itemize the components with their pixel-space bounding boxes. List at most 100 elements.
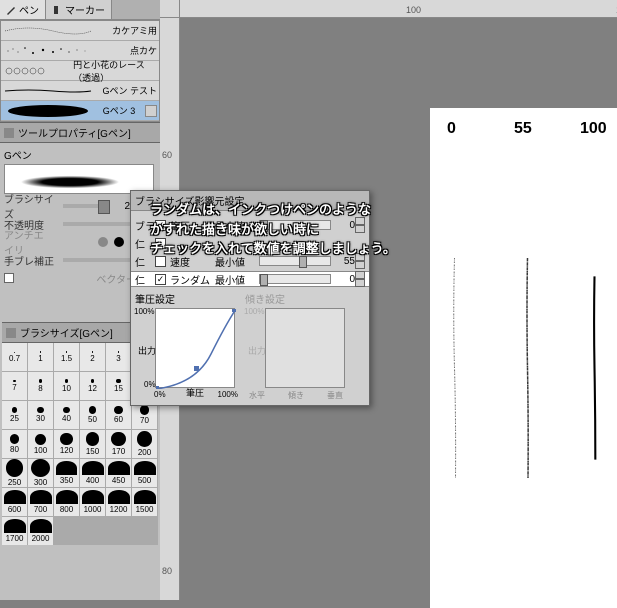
random-checkbox[interactable] — [155, 274, 166, 285]
size-cell-2000[interactable]: 2000 — [28, 517, 53, 545]
random-min-value: 0 — [335, 274, 355, 285]
size-slider[interactable] — [63, 204, 110, 208]
ruler-corner — [160, 0, 180, 18]
tc-y100: 100% — [244, 307, 264, 316]
random-spinner[interactable] — [355, 271, 365, 287]
size-cell-100[interactable]: 100 — [28, 430, 53, 458]
size-cell-80[interactable]: 80 — [2, 430, 27, 458]
brush-row-2[interactable]: 円と小花のレース（透過） — [1, 61, 159, 81]
dlg-random-row: 仁 ランダム 最小値 0 — [131, 271, 369, 287]
tab-pen[interactable]: ペン — [0, 0, 46, 19]
pressure-curve-graph[interactable]: 100% 出力 0% 0% 筆圧 100% — [155, 308, 235, 388]
brush-row-0[interactable]: カケアミ用 — [1, 21, 159, 41]
horizontal-ruler: 100 110 — [180, 0, 617, 18]
pc-x0: 0% — [154, 390, 166, 399]
random-label: ランダム — [170, 272, 215, 287]
brush-row-4[interactable]: Gペン 3 — [1, 101, 159, 121]
pen-icon — [6, 5, 16, 15]
panel-icon — [6, 328, 16, 338]
size-cell-150[interactable]: 150 — [80, 430, 105, 458]
random-min-label: 最小値 — [215, 272, 255, 287]
brush-preview-2 — [3, 63, 73, 79]
brush-size-title: ブラシサイズ[Gペン] — [20, 325, 113, 340]
prop-stabilize-label: 手ブレ補正 — [4, 253, 59, 268]
size-cell-1.5[interactable]: 1.5 — [54, 343, 79, 371]
stroke-sample-55 — [525, 148, 530, 588]
tab-marker-label: マーカー — [65, 2, 105, 17]
size-cell-1[interactable]: 1 — [28, 343, 53, 371]
pc-y0: 0% — [144, 380, 156, 389]
brush-label-2: 円と小花のレース（透過） — [73, 58, 157, 84]
brush-name: Gペン — [4, 147, 156, 162]
size-cell-200[interactable]: 200 — [132, 430, 157, 458]
size-cell-7[interactable]: 7 — [2, 372, 27, 400]
sample-panel: 0 55 100 — [430, 108, 617, 608]
pc-ylabel: 出力 — [138, 344, 156, 357]
size-cell-170[interactable]: 170 — [106, 430, 131, 458]
size-cell-500[interactable]: 500 — [132, 459, 157, 487]
panel-icon — [4, 128, 14, 138]
size-cell-40[interactable]: 40 — [54, 401, 79, 429]
brush-options-button[interactable] — [145, 105, 157, 117]
tilt-l2: 垂直 — [327, 390, 343, 401]
size-cell-8[interactable]: 8 — [28, 372, 53, 400]
size-cell-1500[interactable]: 1500 — [132, 488, 157, 516]
size-cell-0.7[interactable]: 0.7 — [2, 343, 27, 371]
size-cell-350[interactable]: 350 — [54, 459, 79, 487]
ruler-v-60: 60 — [162, 150, 172, 160]
pc-y100: 100% — [134, 307, 154, 316]
size-cell-60[interactable]: 60 — [106, 401, 131, 429]
tool-tabs: ペン マーカー — [0, 0, 160, 20]
tool-property-title: ツールプロパティ[Gペン] — [18, 125, 131, 140]
size-cell-450[interactable]: 450 — [106, 459, 131, 487]
size-cell-600[interactable]: 600 — [2, 488, 27, 516]
size-cell-400[interactable]: 400 — [80, 459, 105, 487]
tilt-curve-title: 傾き設定 — [245, 291, 347, 306]
brush-preview-0 — [3, 23, 93, 39]
size-cell-3[interactable]: 3 — [106, 343, 131, 371]
brush-row-3[interactable]: Gペン テスト — [1, 81, 159, 101]
stroke-sample-100 — [592, 148, 597, 588]
pressure-curve-title: 筆圧設定 — [135, 291, 237, 306]
size-cell-50[interactable]: 50 — [80, 401, 105, 429]
pc-x100: 100% — [218, 390, 238, 399]
size-cell-700[interactable]: 700 — [28, 488, 53, 516]
size-cell-250[interactable]: 250 — [2, 459, 27, 487]
tilt-curve-graph: 100% 出力 — [265, 308, 345, 388]
size-cell-12[interactable]: 12 — [80, 372, 105, 400]
dlg-random-marker: 仁 — [135, 272, 155, 287]
size-cell-1700[interactable]: 1700 — [2, 517, 27, 545]
instruction-overlay: ランダムは、インクつけペンのような かすれた描き味が欲しい時に チェックを入れて… — [150, 200, 396, 259]
size-cell-30[interactable]: 30 — [28, 401, 53, 429]
size-cell-2[interactable]: 2 — [80, 343, 105, 371]
tilt-l1: 傾き — [288, 390, 304, 401]
brush-label-1: 点カケ — [130, 44, 157, 57]
size-cell-15[interactable]: 15 — [106, 372, 131, 400]
brush-label-3: Gペン テスト — [102, 84, 157, 97]
random-min-slider[interactable] — [259, 274, 331, 284]
brush-label-0: カケアミ用 — [112, 24, 157, 37]
tc-ylabel: 出力 — [248, 344, 266, 357]
brush-preview-3 — [3, 83, 93, 99]
pressure-curve-box: 筆圧設定 100% 出力 0% 0% 筆圧 100% — [135, 291, 237, 401]
brush-preview-4 — [3, 103, 93, 119]
size-cell-25[interactable]: 25 — [2, 401, 27, 429]
tilt-axis-labels: 水平 傾き 垂直 — [245, 390, 347, 401]
size-cell-10[interactable]: 10 — [54, 372, 79, 400]
instruction-line2: かすれた描き味が欲しい時に — [150, 220, 396, 240]
ruler-h-100: 100 — [406, 5, 421, 15]
sample-label-0: 0 — [447, 120, 456, 138]
tab-pen-label: ペン — [19, 2, 39, 17]
size-cell-1000[interactable]: 1000 — [80, 488, 105, 516]
curve-section: 筆圧設定 100% 出力 0% 0% 筆圧 100% — [135, 291, 365, 401]
brush-label-4: Gペン 3 — [103, 104, 136, 117]
size-cell-300[interactable]: 300 — [28, 459, 53, 487]
size-cell-120[interactable]: 120 — [54, 430, 79, 458]
tab-marker[interactable]: マーカー — [46, 0, 112, 19]
size-cell-1200[interactable]: 1200 — [106, 488, 131, 516]
ruler-v-80: 80 — [162, 566, 172, 576]
sample-label-100: 100 — [580, 120, 607, 138]
brush-preview-1 — [3, 43, 93, 59]
size-cell-800[interactable]: 800 — [54, 488, 79, 516]
vector-checkbox[interactable] — [4, 273, 14, 283]
